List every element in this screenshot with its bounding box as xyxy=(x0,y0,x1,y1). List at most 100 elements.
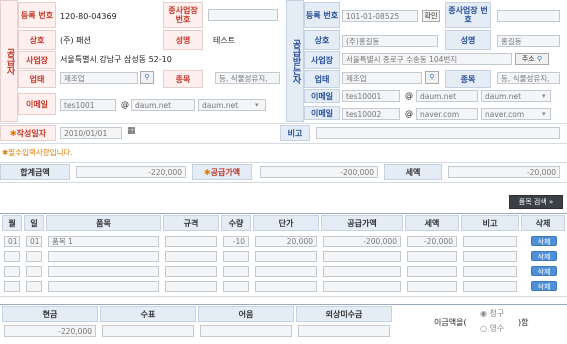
item-cell-qty[interactable]: -10 xyxy=(223,236,249,247)
item-cell-note[interactable] xyxy=(463,236,517,247)
receiver-biz-item-label: 종목 xyxy=(445,70,491,88)
supplier-email-label: 이메일 xyxy=(18,93,56,115)
item-cell-tax[interactable] xyxy=(407,281,457,292)
items-col-header: 단가 xyxy=(253,215,319,231)
delete-button[interactable]: 삭제 xyxy=(531,251,557,261)
payment-col-header: 현금 xyxy=(2,306,98,322)
receiver-reg-no-input[interactable]: 101-01-08525 xyxy=(342,10,418,22)
item-cell-tax[interactable]: -20,000 xyxy=(407,236,457,247)
item-cell-day[interactable] xyxy=(26,281,42,292)
item-cell-tax[interactable] xyxy=(407,266,457,277)
receiver-email2-select[interactable]: naver.com xyxy=(481,108,551,120)
item-cell-note[interactable] xyxy=(463,266,517,277)
item-cell-name[interactable] xyxy=(48,251,159,262)
receiver-address-button[interactable]: 주소 ⚲ xyxy=(515,53,549,65)
item-cell-qty[interactable] xyxy=(223,266,249,277)
supplier-biz-item-input[interactable]: 등, 식물성유지, xyxy=(215,72,280,84)
receiver-biz-item-input[interactable]: 등, 식물성유지, xyxy=(497,72,560,84)
item-cell-price[interactable] xyxy=(255,281,317,292)
chevron-down-icon: ▾ xyxy=(255,101,259,109)
receiver-address-label: 사업장 xyxy=(304,51,340,69)
receiver-confirm-button[interactable]: 확인 xyxy=(422,10,440,22)
receiver-biz-type-search[interactable]: ⚲ xyxy=(425,71,439,84)
receiver-branch-input[interactable] xyxy=(497,10,560,22)
receiver-email2-domain[interactable]: naver.com xyxy=(416,108,478,120)
receiver-reg-no-label: 등록 번호 xyxy=(304,2,340,28)
payment-col-header: 외상미수금 xyxy=(296,306,392,322)
receiver-company-label: 상호 xyxy=(304,30,340,50)
item-cell-day[interactable] xyxy=(26,266,42,277)
item-cell-note[interactable] xyxy=(463,281,517,292)
item-cell-supply[interactable]: -200,000 xyxy=(323,236,401,247)
note-input[interactable] xyxy=(316,127,560,139)
supplier-reg-no: 120-80-04369 xyxy=(60,12,117,21)
items-col-header: 품목 xyxy=(46,215,161,231)
receiver-biz-type-input[interactable]: 제조업 xyxy=(342,72,422,84)
item-search-button[interactable]: 품목 검색 » xyxy=(509,195,563,209)
supplier-biz-type-input[interactable]: 제조업 xyxy=(60,72,138,84)
item-cell-price[interactable]: 20,000 xyxy=(255,236,317,247)
supplier-ceo-label: 성명 xyxy=(163,30,203,50)
item-cell-spec[interactable] xyxy=(165,266,217,277)
delete-button[interactable]: 삭제 xyxy=(531,236,557,246)
receiver-address-input[interactable]: 서울특별시 종로구 수송동 104번지 xyxy=(342,53,512,65)
items-col-header: 삭제 xyxy=(521,215,565,231)
amount-prefix: 이금액을( xyxy=(434,318,467,327)
check-input[interactable] xyxy=(102,325,194,337)
items-col-header: 세액 xyxy=(405,215,459,231)
item-cell-qty[interactable] xyxy=(223,251,249,262)
supplier-reg-no-label: 등록 번호 xyxy=(18,2,56,28)
item-cell-note[interactable] xyxy=(463,251,517,262)
item-cell-name[interactable] xyxy=(48,281,159,292)
date-input[interactable]: 2010/01/01 xyxy=(60,127,122,139)
item-cell-month[interactable]: 01 xyxy=(4,236,20,247)
delete-button[interactable]: 삭제 xyxy=(531,266,557,276)
supplier-biz-item-label: 종목 xyxy=(163,70,203,88)
item-cell-month[interactable] xyxy=(4,266,20,277)
item-cell-price[interactable] xyxy=(255,266,317,277)
supplier-company: (주) 패션 xyxy=(60,36,91,45)
bill-input[interactable] xyxy=(200,325,292,337)
item-cell-supply[interactable] xyxy=(323,281,401,292)
receiver-company-input[interactable]: (주)홍길동 xyxy=(342,35,438,47)
amount-suffix: )함 xyxy=(518,318,529,327)
item-cell-month[interactable] xyxy=(4,281,20,292)
item-cell-day[interactable] xyxy=(26,251,42,262)
item-cell-price[interactable] xyxy=(255,251,317,262)
supplier-side-label: 공급자 xyxy=(0,0,18,122)
cash-input[interactable]: -220,000 xyxy=(4,325,96,337)
item-cell-supply[interactable] xyxy=(323,251,401,262)
charge-radio[interactable]: ◉ 청구 xyxy=(480,309,504,319)
payment-col-header: 수표 xyxy=(100,306,196,322)
supplier-ceo: 테스트 xyxy=(213,36,236,45)
supplier-biz-type-search[interactable]: ⚲ xyxy=(140,71,154,84)
item-cell-name[interactable]: 품목 1 xyxy=(48,236,159,247)
credit-input[interactable] xyxy=(298,325,390,337)
item-cell-name[interactable] xyxy=(48,266,159,277)
item-cell-spec[interactable] xyxy=(165,251,217,262)
item-cell-tax[interactable] xyxy=(407,251,457,262)
supplier-email-id[interactable]: tes1001 xyxy=(60,99,116,111)
receiver-email1-domain[interactable]: daum.net xyxy=(416,90,478,102)
required-note: ✱필수입력사항입니다. xyxy=(2,148,73,157)
total-label: 합계금액 xyxy=(0,164,70,180)
receiver-email1-select[interactable]: daum.net xyxy=(481,90,551,102)
item-cell-spec[interactable] xyxy=(165,281,217,292)
supplier-branch-input[interactable] xyxy=(208,9,278,21)
item-cell-supply[interactable] xyxy=(323,266,401,277)
total-value: -220,000 xyxy=(76,166,186,178)
delete-button[interactable]: 삭제 xyxy=(531,281,557,291)
receipt-radio[interactable]: ○ 영수 xyxy=(480,324,504,334)
receiver-email1-id[interactable]: tes10001 xyxy=(342,90,400,102)
calendar-icon[interactable]: ▦ xyxy=(127,126,136,136)
item-cell-qty[interactable] xyxy=(223,281,249,292)
receiver-email2-id[interactable]: tes10002 xyxy=(342,108,400,120)
search-icon: ⚲ xyxy=(536,55,543,63)
at-sign: @ xyxy=(405,91,413,100)
receiver-ceo-input[interactable]: 홍길동 xyxy=(497,35,560,47)
at-sign: @ xyxy=(405,109,413,118)
supplier-email-domain[interactable]: daum.net xyxy=(131,99,195,111)
item-cell-spec[interactable] xyxy=(165,236,217,247)
item-cell-day[interactable]: 01 xyxy=(26,236,42,247)
item-cell-month[interactable] xyxy=(4,251,20,262)
